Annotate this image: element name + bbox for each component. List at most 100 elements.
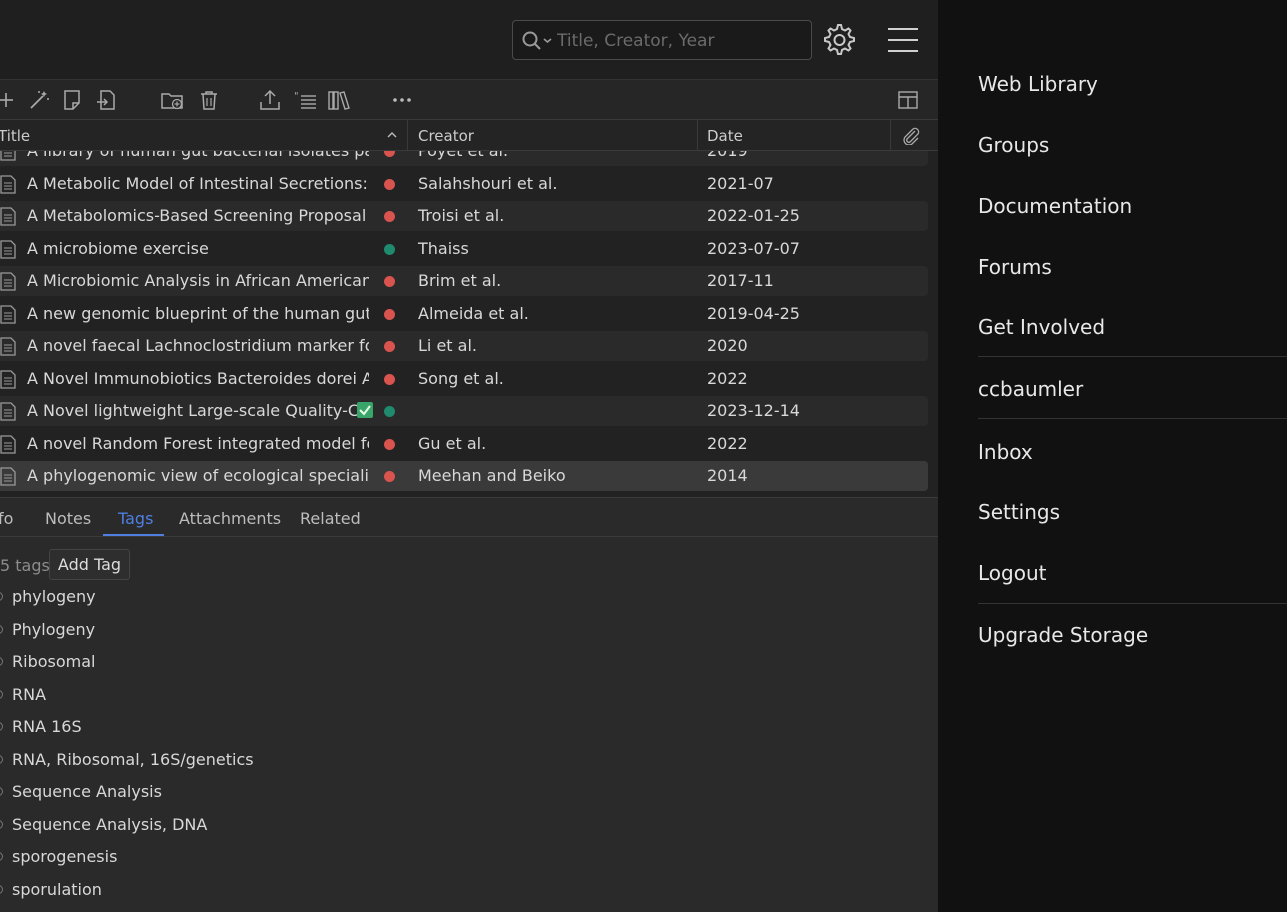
column-picker-icon[interactable] bbox=[896, 88, 920, 112]
tag-label: phylogeny bbox=[12, 587, 96, 606]
item-date: 2022-01-25 bbox=[707, 206, 800, 225]
sort-up-icon[interactable] bbox=[386, 130, 398, 140]
tag-label: Phylogeny bbox=[12, 619, 96, 639]
active-tab-indicator bbox=[103, 534, 164, 536]
tab-tags[interactable]: Tags bbox=[118, 509, 153, 528]
status-dot bbox=[384, 438, 395, 450]
navigation-menu: Web Library Groups Documentation Forums Get … bbox=[938, 0, 1287, 912]
column-separator[interactable] bbox=[890, 120, 891, 151]
item-date: 2020 bbox=[707, 336, 748, 355]
add-to-collection-icon[interactable] bbox=[160, 88, 184, 112]
status-dot bbox=[384, 211, 395, 222]
status-dot bbox=[384, 178, 395, 190]
column-separator[interactable] bbox=[407, 120, 408, 151]
table-row[interactable]: A library of human gut bacterial isolate… bbox=[0, 151, 928, 166]
document-icon bbox=[0, 402, 16, 421]
table-row[interactable]: A phylogenomic view of ecological specia… bbox=[0, 461, 928, 491]
tag-color-icon bbox=[0, 852, 3, 861]
menu-groups[interactable]: Groups bbox=[978, 133, 1049, 157]
document-icon bbox=[0, 337, 16, 356]
item-creator: Almeida et al. bbox=[418, 303, 529, 323]
search-box[interactable] bbox=[512, 20, 812, 60]
tab-notes[interactable]: Notes bbox=[45, 509, 91, 528]
document-icon bbox=[0, 467, 16, 486]
checked-icon[interactable] bbox=[357, 402, 373, 418]
item-creator: Song et al. bbox=[418, 368, 504, 388]
document-icon bbox=[0, 207, 16, 226]
table-row[interactable]: A novel Random Forest integrated model f… bbox=[0, 429, 928, 459]
add-icon[interactable] bbox=[0, 88, 18, 112]
item-date: 2022 bbox=[707, 368, 748, 388]
magic-wand-icon[interactable] bbox=[27, 88, 51, 112]
menu-divider bbox=[978, 603, 1287, 604]
status-dot bbox=[384, 276, 395, 287]
item-title: A phylogenomic view of ecological specia… bbox=[27, 466, 369, 485]
bibliography-icon[interactable]: " bbox=[294, 88, 318, 112]
table-row[interactable]: A Metabolomics-Based Screening Proposal … bbox=[0, 201, 928, 231]
item-creator: Meehan and Beiko bbox=[418, 466, 566, 485]
export-icon[interactable] bbox=[258, 88, 282, 112]
menu-upgrade-storage[interactable]: Upgrade Storage bbox=[978, 623, 1148, 647]
item-date: 2023-12-14 bbox=[707, 401, 800, 420]
table-row[interactable]: A new genomic blueprint of the human gut… bbox=[0, 299, 928, 329]
table-row[interactable]: A Novel lightweight Large-scale Quality-… bbox=[0, 396, 928, 426]
tag-color-icon bbox=[0, 592, 3, 601]
tag-label: RNA bbox=[12, 684, 47, 704]
tag-color-icon bbox=[0, 754, 3, 764]
status-dot bbox=[384, 341, 395, 352]
column-creator[interactable]: Creator bbox=[418, 127, 474, 145]
item-date: 2014 bbox=[707, 466, 748, 485]
item-title: A novel Random Forest integrated model f… bbox=[27, 433, 369, 453]
library-icon[interactable] bbox=[327, 88, 351, 112]
status-dot bbox=[384, 151, 395, 157]
document-icon bbox=[0, 304, 16, 324]
document-icon bbox=[0, 151, 16, 161]
item-title: A Novel Immunobiotics Bacteroides dorei … bbox=[27, 368, 369, 388]
document-icon bbox=[0, 434, 16, 454]
column-date[interactable]: Date bbox=[707, 127, 743, 145]
tab-attachments[interactable]: Attachments bbox=[179, 509, 281, 528]
tab-info[interactable]: fo bbox=[0, 509, 13, 528]
new-note-icon[interactable] bbox=[60, 88, 84, 112]
item-creator: Li et al. bbox=[418, 336, 477, 355]
menu-documentation[interactable]: Documentation bbox=[978, 194, 1132, 218]
app-window: " Title Creator Date A library of human … bbox=[0, 0, 1287, 912]
menu-user[interactable]: ccbaumler bbox=[978, 377, 1083, 401]
tab-related[interactable]: Related bbox=[300, 509, 361, 528]
table-row[interactable]: A novel faecal Lachnoclostridium marker … bbox=[0, 331, 928, 361]
item-creator: Poyet et al. bbox=[418, 151, 508, 160]
table-row[interactable]: A Metabolic Model of Intestinal Secretio… bbox=[0, 169, 928, 199]
tag-label: RNA 16S bbox=[12, 717, 82, 736]
search-input[interactable] bbox=[557, 27, 807, 55]
search-icon[interactable] bbox=[521, 30, 555, 52]
item-title: A Novel lightweight Large-scale Quality-… bbox=[27, 401, 369, 420]
attachment-icon[interactable] bbox=[901, 127, 921, 145]
trash-icon[interactable] bbox=[197, 88, 221, 112]
hamburger-icon[interactable] bbox=[886, 24, 920, 56]
table-row[interactable]: A Microbiomic Analysis in African Americ… bbox=[0, 266, 928, 296]
document-icon bbox=[0, 272, 16, 291]
table-row[interactable]: A microbiome exercise Thaiss 2023-07-07 bbox=[0, 234, 928, 264]
import-icon[interactable] bbox=[95, 88, 119, 112]
add-tag-button[interactable]: Add Tag bbox=[49, 549, 130, 580]
menu-web-library[interactable]: Web Library bbox=[978, 72, 1098, 96]
item-title: A Metabolomics-Based Screening Proposal … bbox=[27, 206, 369, 225]
column-separator[interactable] bbox=[697, 120, 698, 151]
more-icon[interactable] bbox=[390, 88, 414, 112]
menu-settings[interactable]: Settings bbox=[978, 500, 1060, 524]
menu-logout[interactable]: Logout bbox=[978, 561, 1046, 585]
item-date: 2019-04-25 bbox=[707, 303, 800, 323]
item-creator: Thaiss bbox=[418, 238, 469, 258]
items-list: A library of human gut bacterial isolate… bbox=[0, 151, 938, 495]
gear-icon[interactable] bbox=[820, 22, 856, 58]
menu-get-involved[interactable]: Get Involved bbox=[978, 315, 1105, 339]
item-date: 2021-07 bbox=[707, 173, 774, 193]
table-row[interactable]: A Novel Immunobiotics Bacteroides dorei … bbox=[0, 364, 928, 394]
menu-divider bbox=[978, 418, 1287, 419]
status-dot bbox=[384, 243, 395, 255]
column-title[interactable]: Title bbox=[0, 127, 30, 145]
menu-forums[interactable]: Forums bbox=[978, 255, 1052, 279]
status-dot bbox=[384, 308, 395, 320]
status-dot bbox=[384, 373, 395, 385]
menu-inbox[interactable]: Inbox bbox=[978, 440, 1033, 464]
